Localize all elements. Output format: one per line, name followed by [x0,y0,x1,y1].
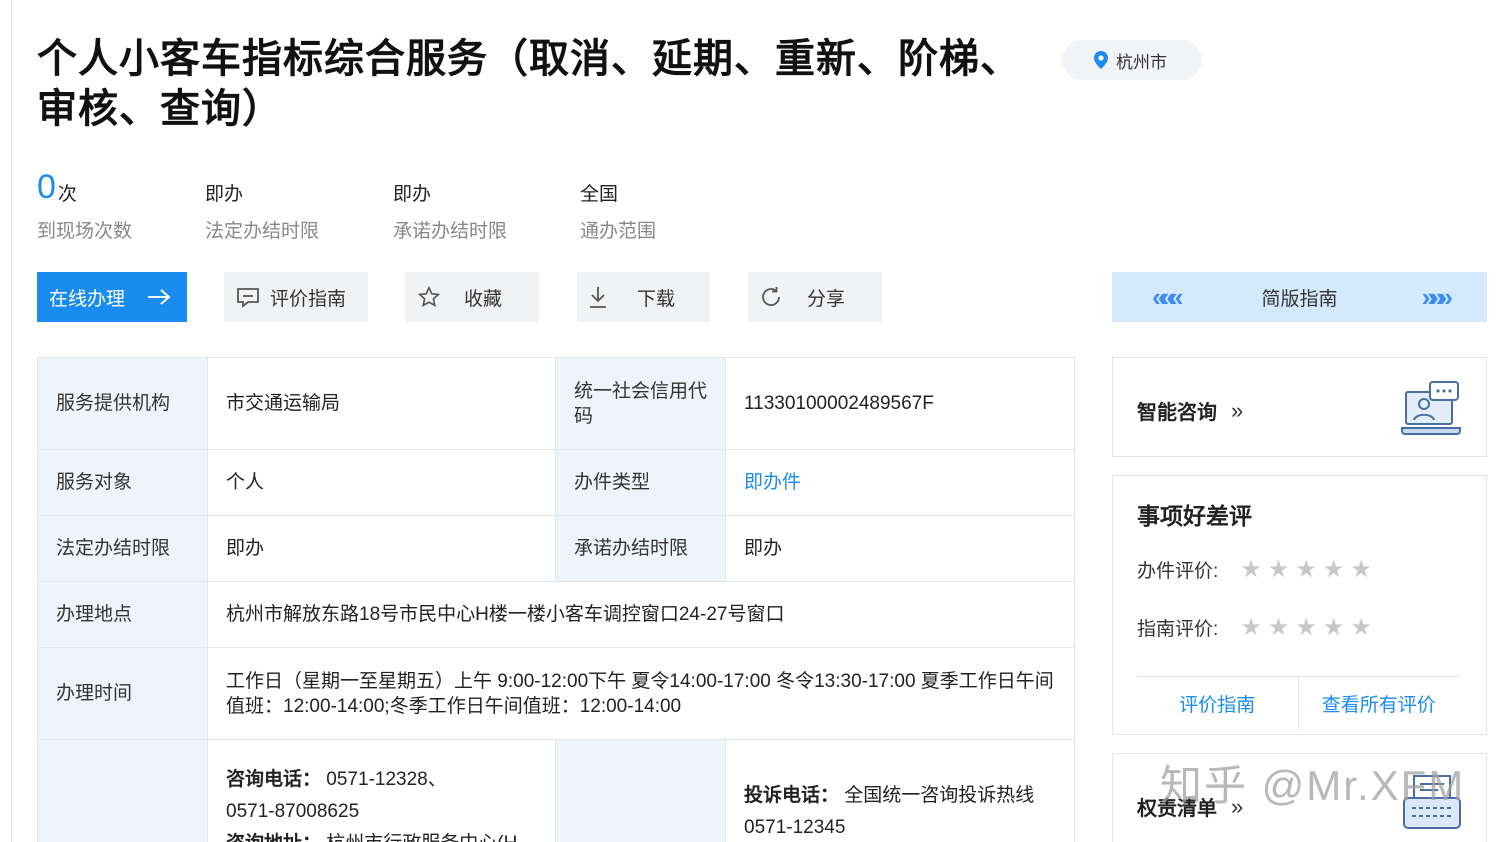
complaint-phone-1: 全国统一咨询投诉热线 [844,785,1035,806]
contact-label-cell [37,739,208,842]
complaint-label-cell [555,739,726,842]
favorite-button[interactable]: 收藏 [405,272,539,322]
service-info-table: 服务提供机构 市交通运输局 统一社会信用代码 11330100002489567… [37,357,1075,842]
watermark: 知乎 @Mr.XFM [1160,762,1466,809]
chevrons-left-icon[interactable]: ««« [1152,282,1183,313]
place-value: 杭州市解放东路18号市民中心H楼一楼小客车调控窗口24-27号窗口 [207,581,1075,648]
star-icon[interactable]: ★ [1295,615,1317,640]
comment-icon [237,288,259,308]
table-row: 办理时间 工作日（星期一至星期五）上午 9:00-12:00下午 夏令14:00… [37,647,1075,740]
consult-cell: 咨询电话： 0571-12328、 0571-87008625 咨询地址： 杭州… [207,739,556,842]
table-row: 办理地点 杭州市解放东路18号市民中心H楼一楼小客车调控窗口24-27号窗口 [37,581,1075,648]
share-icon [762,287,780,306]
table-row: 法定办结时限 即办 承诺办结时限 即办 [37,515,1075,582]
time-value: 工作日（星期一至星期五）上午 9:00-12:00下午 夏令14:00-17:0… [207,647,1075,740]
star-icon[interactable]: ★ [1268,615,1290,640]
star-icon[interactable]: ★ [1240,615,1262,640]
evaluate-guide-label: 评价指南 [270,288,347,310]
video-consult-icon [1401,381,1461,435]
stat-promise-limit-label: 承诺办结时限 [393,221,508,242]
consult-phone-label: 咨询电话： [226,769,322,790]
double-chevron-right-icon: » [1231,397,1244,423]
target-label: 服务对象 [37,449,208,516]
type-label: 办件类型 [555,449,726,516]
share-button[interactable]: 分享 [748,272,882,322]
star-outline-icon [418,286,440,307]
stat-scope-label: 通办范围 [580,221,657,242]
item-rating-row: 办件评价: ★ ★ ★ ★ ★ [1137,556,1372,583]
stat-scope-value: 全国 [580,184,619,205]
star-icon[interactable]: ★ [1268,557,1290,582]
location-selector[interactable]: 杭州市 [1062,40,1202,80]
location-pin-icon [1094,51,1108,69]
rating-links: 评价指南 查看所有评价 [1137,676,1459,730]
consult-phone-2: 0571-87008625 [226,801,360,822]
complaint-phone-2: 0571-12345 [744,817,846,838]
download-icon [590,287,606,308]
item-rating-label: 办件评价: [1137,561,1219,582]
rating-title: 事项好差评 [1137,503,1252,529]
table-row: 咨询电话： 0571-12328、 0571-87008625 咨询地址： 杭州… [37,739,1075,842]
stats-bar: 0次 到现场次数 即办 法定办结时限 即办 承诺办结时限 全国 通办范围 [37,166,740,246]
star-icon[interactable]: ★ [1295,557,1317,582]
simple-guide-bar[interactable]: ««« 简版指南 »»» [1112,272,1487,322]
favorite-label: 收藏 [464,288,503,310]
location-label: 杭州市 [1116,52,1167,72]
stat-promise-limit-value: 即办 [393,184,432,205]
all-ratings-link[interactable]: 查看所有评价 [1299,677,1460,730]
consult-address-value: 杭州市行政服务中心(H [326,833,517,842]
online-apply-label: 在线办理 [49,288,126,310]
star-icon[interactable]: ★ [1323,615,1345,640]
stat-legal-limit-value: 即办 [205,184,244,205]
consult-address-label: 咨询地址： [226,833,321,842]
item-rating-stars[interactable]: ★ ★ ★ ★ ★ [1240,557,1372,582]
stat-visits-value: 0 [37,168,56,206]
stat-promise-limit: 即办 承诺办结时限 [393,166,580,246]
guide-rating-stars[interactable]: ★ ★ ★ ★ ★ [1240,615,1372,640]
promise-limit-value: 即办 [725,515,1075,582]
stat-visits: 0次 到现场次数 [37,166,205,246]
type-link[interactable]: 即办件 [744,472,801,493]
promise-limit-label: 承诺办结时限 [555,515,726,582]
online-apply-button[interactable]: 在线办理 [37,272,187,322]
table-row: 服务对象 个人 办件类型 即办件 [37,449,1075,516]
stat-legal-limit-label: 法定办结时限 [205,221,320,242]
chevrons-right-icon[interactable]: »»» [1422,282,1453,313]
star-icon[interactable]: ★ [1240,557,1262,582]
target-value: 个人 [207,449,556,516]
time-label: 办理时间 [37,647,208,740]
table-row: 服务提供机构 市交通运输局 统一社会信用代码 11330100002489567… [37,357,1075,450]
guide-rating-row: 指南评价: ★ ★ ★ ★ ★ [1137,614,1372,641]
smart-consult-card[interactable]: 智能咨询 » [1112,357,1487,457]
provider-value: 市交通运输局 [207,357,556,450]
download-button[interactable]: 下载 [577,272,710,322]
complaint-cell: 投诉电话： 全国统一咨询投诉热线 0571-12345 [725,739,1075,842]
stat-visits-label: 到现场次数 [37,221,133,242]
place-label: 办理地点 [37,581,208,648]
stat-scope: 全国 通办范围 [580,166,740,246]
smart-consult-title: 智能咨询 [1137,402,1217,424]
complaint-phone-label: 投诉电话： [744,785,840,806]
stat-visits-unit: 次 [57,184,77,205]
star-icon[interactable]: ★ [1323,557,1345,582]
share-label: 分享 [807,288,846,310]
evaluate-guide-button[interactable]: 评价指南 [224,272,368,322]
rating-guide-link[interactable]: 评价指南 [1137,677,1299,730]
credit-code-value: 11330100002489567F [725,357,1075,450]
download-label: 下载 [637,288,676,310]
guide-rating-label: 指南评价: [1137,619,1219,640]
page-title: 个人小客车指标综合服务（取消、延期、重新、阶梯、审核、查询） [37,37,1021,131]
stat-legal-limit: 即办 法定办结时限 [205,166,393,246]
consult-phone-1: 0571-12328、 [326,769,447,790]
star-icon[interactable]: ★ [1350,615,1372,640]
arrow-right-icon [148,289,171,305]
simple-guide-label: 简版指南 [1261,288,1338,310]
provider-label: 服务提供机构 [37,357,208,450]
credit-code-label: 统一社会信用代码 [555,357,726,450]
page-left-border [11,0,12,842]
rating-card: 事项好差评 办件评价: ★ ★ ★ ★ ★ 指南评价: ★ ★ ★ ★ ★ 评价指南 查看所有评… [1112,475,1487,735]
legal-limit-value: 即办 [207,515,556,582]
star-icon[interactable]: ★ [1350,557,1372,582]
legal-limit-label: 法定办结时限 [37,515,208,582]
